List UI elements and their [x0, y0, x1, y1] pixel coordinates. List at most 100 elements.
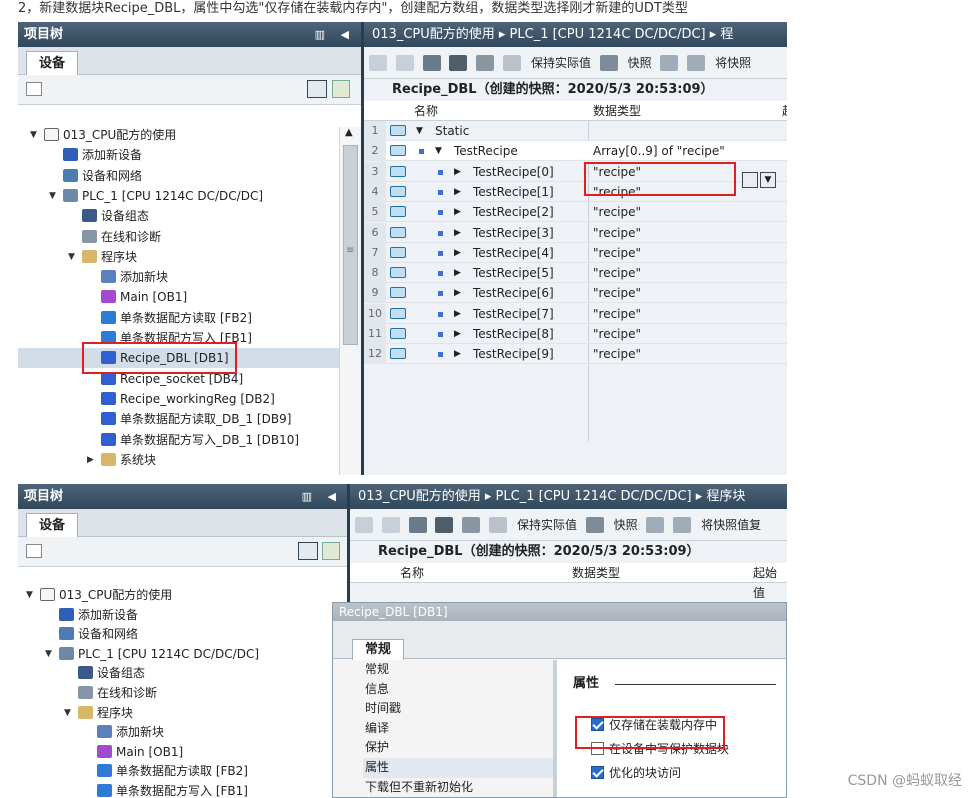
- list-icon[interactable]: [476, 55, 495, 71]
- tree-item[interactable]: Main [OB1]: [18, 742, 326, 762]
- tree-item[interactable]: 在线和诊断: [18, 227, 339, 247]
- expand-icon[interactable]: ▶: [454, 202, 461, 222]
- var-name[interactable]: TestRecipe[5]: [473, 263, 554, 283]
- overview-icon[interactable]: [307, 80, 327, 98]
- copy-snapshot-icon[interactable]: [646, 517, 665, 533]
- checkbox-icon[interactable]: [591, 766, 604, 779]
- var-type[interactable]: "recipe": [593, 304, 641, 324]
- tree-item[interactable]: ▼ PLC_1 [CPU 1214C DC/DC/DC]: [18, 644, 326, 664]
- snapshot-icon[interactable]: [585, 517, 604, 533]
- tree-item[interactable]: ▼ 程序块: [18, 703, 326, 723]
- var-name[interactable]: TestRecipe: [454, 141, 518, 161]
- load-start-icon[interactable]: [687, 55, 706, 71]
- tab-devices[interactable]: 设备: [26, 513, 79, 538]
- tree-item[interactable]: 设备组态: [18, 663, 326, 683]
- pane-controls[interactable]: ▥ ◀: [315, 22, 355, 47]
- copy-snapshot-button[interactable]: 将快照值复: [701, 517, 761, 533]
- checkbox-option[interactable]: 优化的块访问: [591, 765, 681, 781]
- snapshot-icon[interactable]: [599, 55, 618, 71]
- expand-icon[interactable]: ▶: [454, 223, 461, 243]
- collapse-icon[interactable]: ▼: [30, 125, 40, 145]
- dialog-nav-item[interactable]: 下载但不重新初始化: [363, 778, 553, 798]
- tree-item[interactable]: 单条数据配方读取 [FB2]: [18, 308, 339, 328]
- var-type[interactable]: "recipe": [593, 283, 641, 303]
- new-item-icon[interactable]: [26, 82, 42, 96]
- snapshot-button[interactable]: 快照: [614, 517, 638, 533]
- edit-icon[interactable]: [435, 517, 454, 533]
- db-row[interactable]: 1 ▼ Static: [364, 121, 787, 141]
- var-name[interactable]: TestRecipe[1]: [473, 182, 554, 202]
- pane-controls[interactable]: ▥ ◀: [302, 484, 342, 509]
- expand-icon[interactable]: ▶: [454, 304, 461, 324]
- type-dropdown-icon[interactable]: ▼: [760, 172, 776, 188]
- expand-icon[interactable]: ▶: [454, 162, 461, 182]
- db-row[interactable]: 9 ▶ TestRecipe[6] "recipe": [364, 283, 787, 304]
- refresh-icon[interactable]: [322, 542, 340, 560]
- db-row[interactable]: 2 ▼ TestRecipe Array[0..9] of "recipe": [364, 141, 787, 162]
- tree-item[interactable]: ▼ PLC_1 [CPU 1214C DC/DC/DC]: [18, 186, 339, 206]
- add-row-icon[interactable]: [395, 55, 414, 71]
- tree-item[interactable]: 添加新块: [18, 722, 326, 742]
- load-start-icon[interactable]: [673, 517, 692, 533]
- var-type[interactable]: Array[0..9] of "recipe": [593, 141, 725, 161]
- db-row[interactable]: 6 ▶ TestRecipe[3] "recipe": [364, 222, 787, 243]
- var-name[interactable]: TestRecipe[6]: [473, 283, 554, 303]
- var-name[interactable]: TestRecipe[0]: [473, 162, 554, 182]
- collapse-icon[interactable]: ▼: [435, 141, 442, 161]
- tree-item[interactable]: ▶ 系统块: [18, 450, 339, 470]
- var-name[interactable]: Static: [435, 121, 469, 141]
- tree-item[interactable]: 设备和网络: [18, 624, 326, 644]
- expand-icon[interactable]: ▶: [454, 243, 461, 263]
- copy-snapshot-button[interactable]: 将快照: [715, 55, 751, 71]
- insert-row-icon[interactable]: [369, 55, 387, 71]
- dialog-nav-item[interactable]: 常规: [363, 660, 553, 680]
- monitor-icon[interactable]: [503, 55, 522, 71]
- tree-item[interactable]: 设备组态: [18, 206, 339, 226]
- tree-item[interactable]: 单条数据配方写入_DB_1 [DB10]: [18, 430, 339, 450]
- insert-row-icon[interactable]: [355, 517, 373, 533]
- var-type[interactable]: "recipe": [593, 243, 641, 263]
- var-type[interactable]: "recipe": [593, 263, 641, 283]
- keep-actual-values-button[interactable]: 保持实际值: [531, 55, 591, 71]
- var-type[interactable]: "recipe": [593, 223, 641, 243]
- tree-item[interactable]: 在线和诊断: [18, 683, 326, 703]
- dialog-nav-item[interactable]: 时间戳: [363, 699, 553, 719]
- var-name[interactable]: TestRecipe[7]: [473, 304, 554, 324]
- overview-icon[interactable]: [298, 542, 318, 560]
- refresh-icon[interactable]: [332, 80, 350, 98]
- type-browse-icon[interactable]: [742, 172, 758, 188]
- new-item-icon[interactable]: [26, 544, 42, 558]
- tab-devices[interactable]: 设备: [26, 51, 79, 76]
- edit-icon[interactable]: [449, 55, 468, 71]
- var-name[interactable]: TestRecipe[2]: [473, 202, 554, 222]
- collapse-icon[interactable]: ▼: [49, 186, 59, 206]
- tree-item[interactable]: Recipe_workingReg [DB2]: [18, 389, 339, 409]
- expand-icon[interactable]: ▶: [454, 283, 461, 303]
- keep-actual-values-button[interactable]: 保持实际值: [517, 517, 577, 533]
- collapse-icon[interactable]: ▼: [68, 247, 78, 267]
- var-type[interactable]: "recipe": [593, 324, 641, 344]
- list-icon[interactable]: [462, 517, 481, 533]
- scroll-up-icon[interactable]: ▲: [345, 127, 353, 138]
- dialog-nav-item[interactable]: 保护: [363, 738, 553, 758]
- dialog-nav-item[interactable]: 属性: [363, 757, 553, 778]
- expand-icon[interactable]: ▶: [454, 324, 461, 344]
- db-row[interactable]: 5 ▶ TestRecipe[2] "recipe": [364, 202, 787, 223]
- col-name[interactable]: 名称: [400, 563, 424, 583]
- tree-item[interactable]: 单条数据配方写入 [FB1]: [18, 781, 326, 798]
- dialog-nav-item[interactable]: 编译: [363, 719, 553, 739]
- tab-general[interactable]: 常规: [352, 639, 405, 660]
- expand-icon[interactable]: ▶: [87, 450, 97, 470]
- tree-item[interactable]: Main [OB1]: [18, 287, 339, 307]
- db-row[interactable]: 7 ▶ TestRecipe[4] "recipe": [364, 242, 787, 263]
- collapse-icon[interactable]: ▼: [64, 703, 74, 723]
- collapse-icon[interactable]: ▼: [45, 644, 55, 664]
- dialog-nav-item[interactable]: 信息: [363, 680, 553, 700]
- var-type[interactable]: "recipe": [593, 202, 641, 222]
- tree-item[interactable]: 单条数据配方读取_DB_1 [DB9]: [18, 409, 339, 429]
- collapse-icon[interactable]: ▼: [416, 121, 423, 141]
- collapse-icon[interactable]: ▼: [26, 585, 36, 605]
- var-name[interactable]: TestRecipe[8]: [473, 324, 554, 344]
- var-name[interactable]: TestRecipe[4]: [473, 243, 554, 263]
- col-start[interactable]: 起始值: [753, 563, 787, 603]
